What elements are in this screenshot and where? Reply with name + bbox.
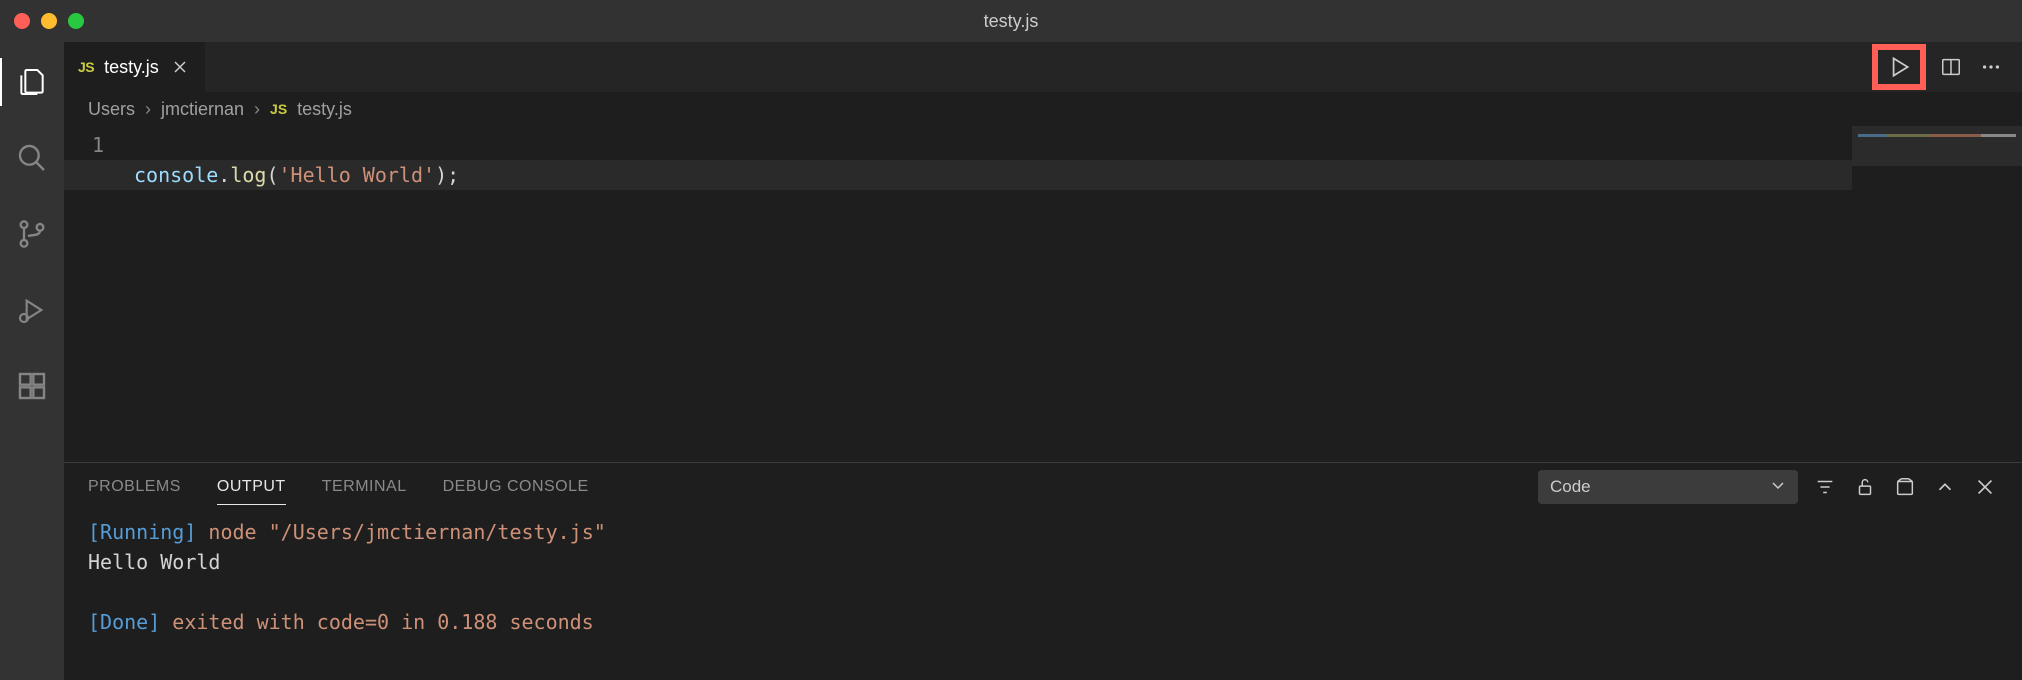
activity-explorer[interactable] (0, 58, 64, 106)
chevron-right-icon: › (254, 99, 260, 120)
code-line: console.log('Hello World'); (134, 160, 2022, 190)
breadcrumb-segment[interactable]: jmctiernan (161, 99, 244, 120)
breadcrumb-segment[interactable]: JS testy.js (270, 99, 352, 120)
activity-source-control[interactable] (0, 210, 64, 258)
line-number: 1 (64, 130, 104, 160)
code-line (134, 130, 2022, 160)
activity-search[interactable] (0, 134, 64, 182)
js-file-icon: JS (78, 59, 94, 75)
titlebar: testy.js (0, 0, 2022, 42)
activity-bar (0, 42, 64, 680)
files-icon (16, 66, 48, 98)
maximize-window-button[interactable] (68, 13, 84, 29)
tab-close-button[interactable] (169, 56, 191, 78)
branch-icon (16, 218, 48, 250)
run-code-button[interactable] (1872, 44, 1926, 90)
code-editor[interactable]: 1 2 console.log('Hello World'); (64, 126, 2022, 462)
lock-open-icon (1854, 476, 1876, 498)
code-content: console.log('Hello World'); (134, 126, 2022, 462)
minimize-window-button[interactable] (41, 13, 57, 29)
filter-button[interactable] (1812, 474, 1838, 500)
close-icon (172, 59, 188, 75)
panel-tab-output[interactable]: OUTPUT (217, 470, 286, 505)
output-channel-select[interactable]: Code (1538, 470, 1798, 504)
chevron-down-icon (1770, 477, 1786, 498)
panel-tab-bar: PROBLEMS OUTPUT TERMINAL DEBUG CONSOLE C… (64, 463, 2022, 511)
js-file-icon: JS (270, 101, 287, 117)
split-editor-button[interactable] (1936, 52, 1966, 82)
play-bug-icon (16, 294, 48, 326)
output-channel-label: Code (1550, 477, 1591, 497)
panel-close-button[interactable] (1972, 474, 1998, 500)
filter-icon (1814, 476, 1836, 498)
output-content[interactable]: [Running] node "/Users/jmctiernan/testy.… (64, 511, 2022, 680)
chevron-right-icon: › (145, 99, 151, 120)
lock-scroll-button[interactable] (1852, 474, 1878, 500)
output-line (88, 577, 1998, 607)
ellipsis-icon (1980, 56, 2002, 78)
breadcrumb-segment[interactable]: Users (88, 99, 135, 120)
search-icon (16, 142, 48, 174)
output-line: [Running] node "/Users/jmctiernan/testy.… (88, 517, 1998, 547)
close-window-button[interactable] (14, 13, 30, 29)
editor-tab[interactable]: JS testy.js (64, 42, 206, 92)
window-controls (0, 13, 84, 29)
editor-actions (1872, 42, 2022, 92)
panel-maximize-button[interactable] (1932, 474, 1958, 500)
clear-output-button[interactable] (1892, 474, 1918, 500)
output-line: [Done] exited with code=0 in 0.188 secon… (88, 607, 1998, 637)
activity-extensions[interactable] (0, 362, 64, 410)
play-icon (1886, 54, 1912, 80)
tab-bar: JS testy.js (64, 42, 2022, 92)
panel-tab-problems[interactable]: PROBLEMS (88, 470, 181, 504)
extensions-icon (16, 370, 48, 402)
chevron-up-icon (1934, 476, 1956, 498)
panel-tab-debug-console[interactable]: DEBUG CONSOLE (443, 470, 589, 504)
clear-icon (1894, 476, 1916, 498)
tab-label: testy.js (104, 57, 159, 78)
activity-run-debug[interactable] (0, 286, 64, 334)
window-title: testy.js (0, 11, 2022, 32)
bottom-panel: PROBLEMS OUTPUT TERMINAL DEBUG CONSOLE C… (64, 462, 2022, 680)
panel-tab-terminal[interactable]: TERMINAL (322, 470, 407, 504)
more-actions-button[interactable] (1976, 52, 2006, 82)
close-icon (1974, 476, 1996, 498)
breadcrumb: Users › jmctiernan › JS testy.js (64, 92, 2022, 126)
output-line: Hello World (88, 547, 1998, 577)
split-icon (1940, 56, 1962, 78)
